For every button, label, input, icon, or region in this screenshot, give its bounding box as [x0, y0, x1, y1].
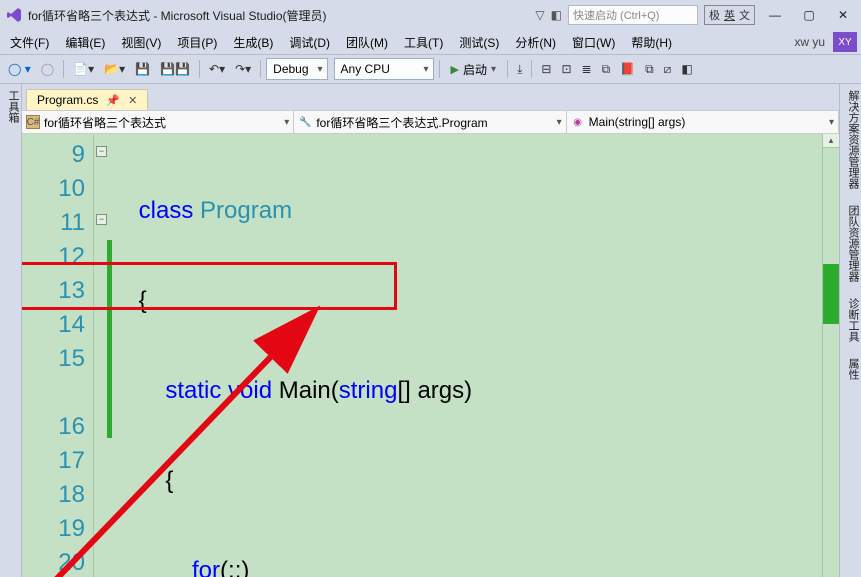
user-avatar[interactable]: XY: [833, 32, 857, 52]
tb-misc2[interactable]: ⊡: [557, 60, 575, 78]
vertical-scrollbar[interactable]: ▴: [822, 134, 839, 577]
solution-platform-combo[interactable]: Any CPU: [334, 58, 434, 80]
document-tabs: Program.cs 📌 ✕: [22, 84, 839, 110]
save-all-button[interactable]: 💾💾: [156, 60, 194, 78]
nav-class-combo[interactable]: 🔧 for循环省略三个表达式.Program: [294, 111, 566, 133]
right-sidebar: 解决方案资源管理器 团队资源管理器 诊断工具 属性: [839, 84, 861, 577]
tb-misc8[interactable]: ◧: [677, 60, 696, 78]
new-project-button[interactable]: 📄▾: [69, 60, 98, 78]
code-editor[interactable]: 910 1112 1314 15 1617 1819 20 − − class …: [22, 134, 839, 577]
tb-misc4[interactable]: ⧉: [598, 60, 615, 79]
menu-debug[interactable]: 调试(D): [283, 32, 336, 53]
menu-edit[interactable]: 编辑(E): [59, 32, 111, 53]
nav-fwd-button[interactable]: ◯: [37, 60, 58, 78]
nav-back-button[interactable]: ◯ ▾: [4, 60, 35, 78]
start-debug-button[interactable]: ▶启动▾: [445, 59, 503, 80]
tb-misc6[interactable]: ⧉: [641, 60, 658, 79]
quick-launch-input[interactable]: 快速启动 (Ctrl+Q): [568, 5, 698, 25]
code-text[interactable]: class Program { static void Main(string[…: [112, 134, 839, 577]
menu-tools[interactable]: 工具(T): [398, 32, 449, 53]
editor-area: Program.cs 📌 ✕ C# for循环省略三个表达式 🔧 for循环省略…: [22, 84, 839, 577]
minimize-button[interactable]: —: [761, 5, 789, 25]
content-area: 工具箱 Program.cs 📌 ✕ C# for循环省略三个表达式 🔧 for…: [0, 84, 861, 577]
class-icon: 🔧: [298, 115, 312, 129]
nav-project-combo[interactable]: C# for循环省略三个表达式: [22, 111, 294, 133]
menu-analyze[interactable]: 分析(N): [509, 32, 562, 53]
title-bar: for循环省略三个表达式 - Microsoft Visual Studio(管…: [0, 0, 861, 30]
tab-diagnostic-tools[interactable]: 诊断工具: [840, 292, 861, 348]
tb-misc7[interactable]: ⧄: [660, 60, 676, 79]
tab-team-explorer[interactable]: 团队资源管理器: [840, 199, 861, 288]
tb-misc1[interactable]: ⊟: [537, 60, 555, 78]
signed-in-user[interactable]: xw yu: [794, 35, 825, 49]
standard-toolbar: ◯ ▾ ◯ 📄▾ 📂▾ 💾 💾💾 ↶▾ ↷▾ Debug Any CPU ▶启动…: [0, 54, 861, 84]
window-title: for循环省略三个表达式 - Microsoft Visual Studio(管…: [28, 7, 327, 24]
menu-window[interactable]: 窗口(W): [566, 32, 621, 53]
save-button[interactable]: 💾: [131, 60, 154, 78]
vs-logo-icon: [6, 7, 22, 23]
menu-view[interactable]: 视图(V): [115, 32, 167, 53]
close-tab-icon[interactable]: ✕: [128, 94, 137, 107]
menu-bar: 文件(F) 编辑(E) 视图(V) 项目(P) 生成(B) 调试(D) 团队(M…: [0, 30, 861, 54]
fold-margin[interactable]: − −: [94, 134, 112, 577]
tab-solution-explorer[interactable]: 解决方案资源管理器: [840, 84, 861, 195]
menu-team[interactable]: 团队(M): [340, 32, 394, 53]
feedback-icon[interactable]: ◧: [551, 8, 562, 22]
tb-misc5[interactable]: 📕: [616, 60, 639, 78]
solution-config-combo[interactable]: Debug: [266, 58, 327, 80]
csharp-project-icon: C#: [26, 115, 40, 129]
menu-test[interactable]: 测试(S): [453, 32, 505, 53]
menu-help[interactable]: 帮助(H): [625, 32, 678, 53]
notifications-icon[interactable]: ▽: [535, 8, 544, 22]
fold-toggle-icon[interactable]: −: [96, 146, 107, 157]
menu-build[interactable]: 生成(B): [227, 32, 279, 53]
open-button[interactable]: 📂▾: [100, 60, 129, 78]
tab-properties[interactable]: 属性: [840, 352, 861, 386]
close-button[interactable]: ✕: [829, 5, 857, 25]
menu-project[interactable]: 项目(P): [171, 32, 223, 53]
redo-button[interactable]: ↷▾: [231, 60, 255, 78]
scroll-change-marker: [823, 264, 839, 324]
fold-toggle-icon[interactable]: −: [96, 214, 107, 225]
tb-misc3[interactable]: ≣: [578, 60, 596, 78]
step-button[interactable]: ⤓: [513, 60, 526, 79]
method-icon: ◉: [571, 115, 585, 129]
left-sidebar-toolbox[interactable]: 工具箱: [0, 84, 22, 577]
pin-icon[interactable]: 📌: [106, 94, 120, 107]
maximize-button[interactable]: ▢: [795, 5, 823, 25]
undo-button[interactable]: ↶▾: [205, 60, 229, 78]
split-handle-icon[interactable]: ▴: [823, 134, 839, 148]
ime-indicator[interactable]: 极英文: [704, 5, 755, 25]
tab-title: Program.cs: [37, 93, 98, 107]
nav-method-combo[interactable]: ◉ Main(string[] args): [567, 111, 839, 133]
document-tab-program[interactable]: Program.cs 📌 ✕: [26, 89, 148, 110]
navigation-bar: C# for循环省略三个表达式 🔧 for循环省略三个表达式.Program ◉…: [22, 110, 839, 134]
menu-file[interactable]: 文件(F): [4, 32, 55, 53]
line-number-gutter: 910 1112 1314 15 1617 1819 20: [22, 134, 94, 577]
